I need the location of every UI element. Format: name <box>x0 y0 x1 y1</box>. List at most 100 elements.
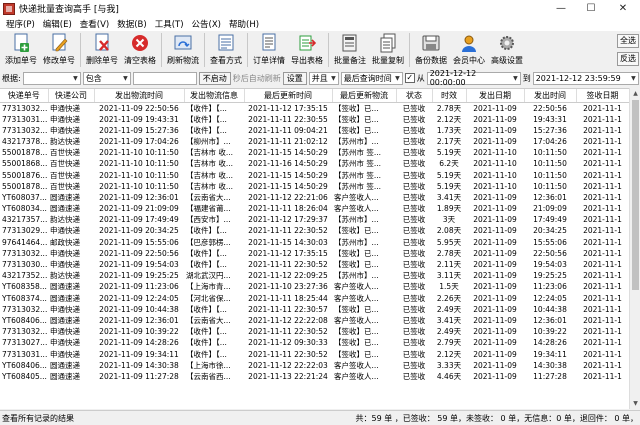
table-row[interactable]: 55001878... 百世快递 2021-11-10 10:11:50 【吉林市 收… <box>0 181 629 192</box>
table-row[interactable]: 77313029... 申通快递 2021-11-09 20:34:25 【收件】【.… <box>0 225 629 236</box>
from-datetime[interactable]: 2021-12-12 00:00:00 ▼ <box>426 69 521 87</box>
table-cell: 2021-11-09 <box>473 103 517 113</box>
table-cell: 【收件】【... <box>186 125 227 135</box>
table-cell: 2021-11-09 12:24:05 <box>99 293 179 303</box>
menu-program[interactable]: 程序(P) <box>2 18 39 30</box>
invert-selection-button[interactable]: 反选 <box>617 52 639 66</box>
table-cell: 【签收】已... <box>334 103 379 113</box>
to-datetime[interactable]: 2021-12-12 23:59:59 ▼ <box>532 71 639 85</box>
table-row[interactable]: YT608034... 圆通速递 2021-11-09 21:09:09 【福建省莆.… <box>0 203 629 214</box>
table-row[interactable]: 77313031... 申通快递 2021-11-09 19:43:31 【收件】【.… <box>0 114 629 125</box>
menu-notice[interactable]: 公告(X) <box>188 18 225 30</box>
batch-copy-button[interactable]: 批量复制 <box>369 31 407 66</box>
table-cell: 43217352... <box>2 271 48 281</box>
table-cell: 客户签收人... <box>334 315 379 325</box>
table-cell: 2021-11-09 <box>473 304 517 314</box>
table-cell: 3天 <box>442 215 456 225</box>
member-center-button[interactable]: 会员中心 <box>450 31 488 66</box>
table-row[interactable]: YT608405... 圆通速递 2021-11-09 11:27:28 【云南省西.… <box>0 371 629 382</box>
scroll-down-icon[interactable]: ▼ <box>630 398 640 409</box>
table-row[interactable]: 43217352... 韵达快递 2021-11-09 19:25:25 湖北武汉円.… <box>0 270 629 281</box>
table-row[interactable]: 77313032... 申通快递 2021-11-09 15:27:36 【收件】【.… <box>0 125 629 136</box>
data-grid[interactable]: 快递单号 快递公司 发出物流时间 发出物流信息 最后更新时间 最后更新物流 状态 时效 发出日期… <box>0 88 629 409</box>
time-field-select[interactable]: 最后查询时间 ▼ <box>340 71 403 85</box>
column-header[interactable]: 最后更新时间 <box>244 89 333 103</box>
minimize-icon[interactable]: — <box>546 0 576 17</box>
table-row[interactable]: 43217357... 韵达快递 2021-11-09 17:49:49 【西安市】.… <box>0 214 629 225</box>
table-row[interactable]: 55001876... 百世快递 2021-11-10 10:11:50 【吉林市 收… <box>0 169 629 180</box>
table-cell: 申通快递 <box>50 338 80 348</box>
backup-data-button[interactable]: 备份数据 <box>412 31 450 66</box>
table-cell: 【云南省大... <box>186 192 231 202</box>
column-header[interactable]: 发出日期 <box>466 89 525 103</box>
column-header[interactable]: 状态 <box>396 89 433 103</box>
add-number-button[interactable]: 添加单号 <box>2 31 40 66</box>
advanced-settings-button[interactable]: 高级设置 <box>488 31 526 66</box>
table-cell: 2021-11-1 <box>583 315 622 325</box>
delete-number-button[interactable]: 删除单号 <box>83 31 121 66</box>
table-row[interactable]: 77313032... 申通快递 2021-11-09 10:44:38 【收件】【.… <box>0 304 629 315</box>
table-row[interactable]: YT608406... 圆通速递 2021-11-09 12:36:01 【云南省大.… <box>0 315 629 326</box>
export-table-button[interactable]: 导出表格 <box>288 31 326 66</box>
table-row[interactable]: YT608406... 圆通速递 2021-11-09 14:30:38 【上海市徐.… <box>0 360 629 371</box>
column-header[interactable]: 签收日期 <box>576 89 629 103</box>
vertical-scrollbar[interactable]: ▲ ▼ <box>629 88 640 409</box>
table-row[interactable]: 77313027... 申通快递 2021-11-09 14:28:26 【收件】【.… <box>0 337 629 348</box>
table-cell: 客户签收人... <box>334 293 379 303</box>
column-header[interactable]: 快递公司 <box>48 89 95 103</box>
date-range-checkbox[interactable]: ✓ <box>404 73 415 83</box>
menu-data[interactable]: 数据(B) <box>113 18 150 30</box>
field-select[interactable]: ▼ <box>22 71 81 85</box>
table-cell: 2021-11-09 <box>473 360 517 370</box>
table-cell: 已签收 <box>402 271 426 281</box>
logic-select[interactable]: 并且 ▼ <box>308 71 339 85</box>
table-row[interactable]: 55001868... 百世快递 2021-11-10 10:11:50 【吉林市 收… <box>0 158 629 169</box>
table-cell: 2021-11-11 18:25:44 <box>248 293 328 303</box>
table-cell: 2021-11-1 <box>583 248 622 258</box>
column-header[interactable]: 发出物流信息 <box>184 89 245 103</box>
column-header[interactable]: 快递单号 <box>0 89 49 103</box>
edit-number-button[interactable]: 修改单号 <box>40 31 78 66</box>
table-row[interactable]: 77313032... 申通快递 2021-11-09 22:50:56 【收件】【.… <box>0 248 629 259</box>
column-header[interactable]: 发出物流时间 <box>94 89 185 103</box>
order-detail-button[interactable]: 订单详情 <box>250 31 288 66</box>
menu-edit[interactable]: 编辑(E) <box>39 18 76 30</box>
close-icon[interactable]: ✕ <box>606 0 640 17</box>
column-header[interactable]: 最后更新物流 <box>332 89 397 103</box>
table-cell: 2021-11-10 <box>473 170 517 180</box>
scrollbar-thumb[interactable] <box>632 100 639 290</box>
menu-view[interactable]: 查看(V) <box>76 18 113 30</box>
batch-note-button[interactable]: 批量备注 <box>331 31 369 66</box>
table-cell: 77313032... <box>2 304 48 314</box>
table-cell: 2021-11-10 <box>473 181 517 191</box>
column-header[interactable]: 发出时间 <box>524 89 577 103</box>
table-row[interactable]: YT608037... 圆通速递 2021-11-09 12:36:01 【云南省大.… <box>0 192 629 203</box>
auto-refresh-button[interactable]: 不启动 <box>198 71 231 85</box>
clear-table-button[interactable]: 清空表格 <box>121 31 159 66</box>
table-cell: 2021-11-10 10:11:50 <box>99 159 179 169</box>
select-all-button[interactable]: 全选 <box>617 34 639 48</box>
table-row[interactable]: 55001878... 百世快递 2021-11-10 10:11:50 【吉林市 收… <box>0 147 629 158</box>
keyword-input[interactable] <box>132 71 197 85</box>
scroll-up-icon[interactable]: ▲ <box>630 88 640 99</box>
table-row[interactable]: 77313032... 申通快递 2021-11-09 10:39:22 【收件】【.… <box>0 326 629 337</box>
table-cell: 2.78天 <box>436 248 462 258</box>
table-row[interactable]: YT608358... 圆通速递 2021-11-09 11:23:06 【上海市青.… <box>0 281 629 292</box>
menu-tools[interactable]: 工具(T) <box>151 18 188 30</box>
table-row[interactable]: 77313031... 申通快递 2021-11-09 19:34:11 【收件】【.… <box>0 348 629 359</box>
table-row[interactable]: 77313030... 申通快递 2021-11-09 19:54:03 【收件】【.… <box>0 259 629 270</box>
table-row[interactable]: 77313032... 申通快递 2021-11-09 22:50:56 【收件】【.… <box>0 102 629 114</box>
maximize-icon[interactable]: ☐ <box>576 0 606 17</box>
table-row[interactable]: 97641464... 邮政快递 2021-11-09 15:55:06 【巴彦郭楞.… <box>0 237 629 248</box>
refresh-logistics-button[interactable]: 刷新物流 <box>164 31 202 66</box>
table-row[interactable]: YT608374... 圆通速递 2021-11-09 12:24:05 【河北省保.… <box>0 293 629 304</box>
menu-help[interactable]: 帮助(H) <box>225 18 263 30</box>
toolbar: 添加单号 修改单号 删除单号 清空表格 刷新物流 查看方式 订单详情 导出表格 … <box>0 31 618 69</box>
table-cell: 2021-11-09 <box>473 349 517 359</box>
table-row[interactable]: 43217378... 韵达快递 2021-11-09 17:04:26 【柳州市】.… <box>0 136 629 147</box>
settings-button[interactable]: 设置 <box>282 71 307 85</box>
table-cell: 【签收】已... <box>334 248 379 258</box>
match-select[interactable]: 包含 ▼ <box>82 71 131 85</box>
view-mode-button[interactable]: 查看方式 <box>207 31 245 66</box>
column-header[interactable]: 时效 <box>432 89 467 103</box>
